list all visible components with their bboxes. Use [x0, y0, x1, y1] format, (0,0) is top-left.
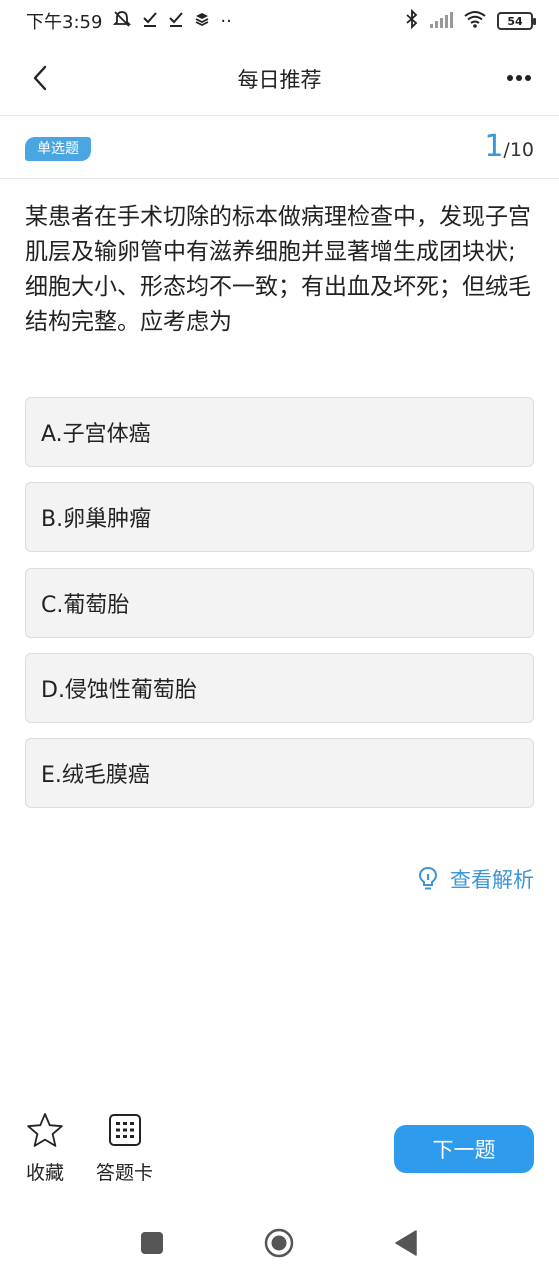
nav-bar: 每日推荐	[0, 42, 559, 116]
favorite-label: 收藏	[26, 1162, 65, 1184]
lightbulb-icon	[418, 866, 438, 890]
option-label: B.卵巢肿瘤	[41, 507, 152, 532]
favorite-button[interactable]: 收藏	[26, 1108, 64, 1185]
option-e[interactable]: E.绒毛膜癌	[25, 738, 534, 808]
option-a[interactable]: A.子宫体癌	[25, 397, 534, 467]
home-button[interactable]	[264, 1228, 294, 1258]
status-right: 54	[405, 8, 536, 34]
status-time: 下午3:59	[26, 12, 103, 33]
option-d[interactable]: D.侵蚀性葡萄胎	[25, 653, 534, 723]
star-icon	[26, 1108, 64, 1152]
mute-icon	[112, 9, 132, 34]
view-analysis-label: 查看解析	[450, 868, 534, 892]
more-icon	[507, 75, 531, 81]
option-label: C.葡萄胎	[41, 593, 130, 618]
view-analysis-button[interactable]: 查看解析	[418, 864, 534, 894]
question-total: /10	[503, 139, 534, 161]
battery-icon: 54	[497, 12, 536, 30]
wifi-icon	[463, 10, 487, 33]
home-circle-icon	[264, 1228, 294, 1258]
more-button[interactable]	[501, 62, 537, 94]
option-label: E.绒毛膜癌	[41, 763, 150, 788]
question-counter: 1 /10	[484, 129, 534, 164]
answer-card-icon	[108, 1108, 142, 1152]
status-bar: 下午3:59 ·· 54	[0, 0, 559, 42]
back-button[interactable]	[24, 62, 56, 94]
question-type-badge: 单选题	[25, 137, 91, 161]
check-icon	[142, 10, 158, 33]
system-nav-bar	[0, 1210, 559, 1276]
option-label: A.子宫体癌	[41, 422, 151, 447]
back-system-button[interactable]	[391, 1228, 421, 1258]
layers-icon	[194, 11, 210, 32]
signal-icon	[429, 10, 453, 33]
check-icon	[168, 10, 184, 33]
recent-apps-button[interactable]	[137, 1228, 167, 1258]
option-label: D.侵蚀性葡萄胎	[41, 678, 197, 703]
option-c[interactable]: C.葡萄胎	[25, 568, 534, 638]
triangle-back-icon	[395, 1230, 417, 1256]
square-icon	[141, 1232, 163, 1254]
bottom-bar: 收藏 答题卡 下一题	[0, 1108, 559, 1198]
answer-card-button[interactable]: 答题卡	[96, 1108, 153, 1185]
page-title: 每日推荐	[237, 67, 322, 92]
chevron-left-icon	[33, 65, 47, 91]
question-header: 单选题 1 /10	[0, 117, 559, 179]
question-text: 某患者在手术切除的标本做病理检查中，发现子宫肌层及输卵管中有滋养细胞并显著增生成…	[25, 204, 531, 335]
bluetooth-icon	[405, 8, 419, 34]
question-current: 1	[484, 129, 504, 164]
status-dots: ··	[220, 10, 232, 32]
status-left: 下午3:59 ··	[26, 8, 232, 34]
option-b[interactable]: B.卵巢肿瘤	[25, 482, 534, 552]
next-question-button[interactable]: 下一题	[394, 1125, 534, 1173]
answer-card-label: 答题卡	[96, 1162, 154, 1184]
